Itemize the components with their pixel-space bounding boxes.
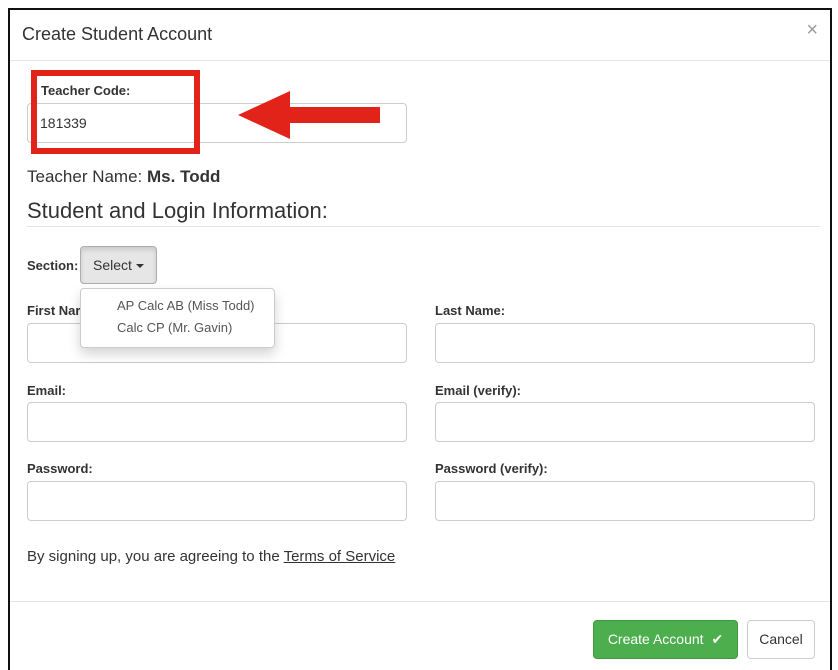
password-input[interactable] [27, 481, 407, 521]
email-input[interactable] [27, 402, 407, 442]
teacher-name: Teacher Name: Ms. Todd [27, 167, 220, 187]
password-verify-input[interactable] [435, 481, 815, 521]
terms-text: By signing up, you are agreeing to the T… [27, 548, 395, 565]
red-arrow-icon [238, 91, 380, 139]
last-name-input[interactable] [435, 323, 815, 363]
header-divider [10, 60, 830, 61]
first-name-label: First Nar [27, 303, 81, 318]
password-label: Password: [27, 461, 93, 476]
section-label: Section: [27, 258, 79, 273]
email-verify-input[interactable] [435, 402, 815, 442]
section-select-button[interactable]: Select [80, 246, 157, 284]
create-account-button[interactable]: Create Account ✔ [593, 620, 738, 659]
password-verify-label: Password (verify): [435, 461, 548, 476]
teacher-name-label: Teacher Name: [27, 167, 143, 186]
close-icon[interactable]: × [806, 20, 818, 40]
cancel-button[interactable]: Cancel [747, 620, 815, 659]
footer-divider [10, 601, 830, 602]
section-divider [27, 226, 820, 227]
terms-of-service-link[interactable]: Terms of Service [284, 548, 396, 565]
email-verify-label: Email (verify): [435, 383, 521, 398]
caret-down-icon [135, 264, 144, 269]
last-name-label: Last Name: [435, 303, 506, 318]
email-label: Email: [27, 383, 67, 398]
checkmark-icon: ✔ [711, 631, 724, 647]
section-dropdown-menu: AP Calc AB (Miss Todd) Calc CP (Mr. Gavi… [80, 288, 275, 348]
section-select-label: Select [93, 257, 132, 273]
dropdown-option-ap-calc-ab[interactable]: AP Calc AB (Miss Todd) [117, 298, 255, 313]
teacher-name-value: Ms. Todd [147, 167, 221, 186]
dropdown-option-calc-cp[interactable]: Calc CP (Mr. Gavin) [117, 320, 232, 335]
teacher-code-label: Teacher Code: [41, 83, 131, 98]
student-login-heading: Student and Login Information: [27, 198, 328, 223]
create-student-account-modal: Create Student Account × Teacher Code: 1… [8, 8, 832, 670]
modal-title: Create Student Account [22, 24, 213, 44]
terms-prefix: By signing up, you are agreeing to the [27, 548, 284, 565]
create-account-label: Create Account [607, 631, 704, 647]
